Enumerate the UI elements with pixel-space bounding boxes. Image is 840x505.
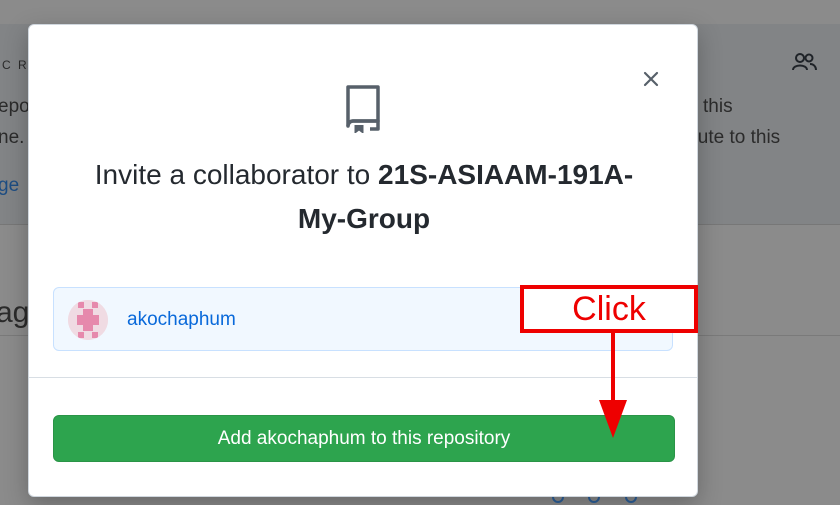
username-link[interactable]: akochaphum — [127, 309, 236, 331]
screen: C R epo ne. ge this ibute to this ag Inv… — [0, 0, 840, 505]
close-button[interactable] — [637, 65, 665, 93]
background-text: ne. — [0, 127, 25, 148]
background-text: epo — [0, 96, 30, 117]
click-annotation-label: Click — [520, 285, 698, 333]
repo-icon — [346, 85, 380, 133]
annotation-arrow-icon — [599, 332, 627, 438]
close-icon — [643, 71, 659, 87]
people-icon — [792, 53, 817, 71]
add-collaborator-button[interactable]: Add akochaphum to this repository — [53, 415, 675, 462]
background-link: ge — [0, 175, 20, 196]
dialog-title: Invite a collaborator to 21S-ASIAAM-191A… — [89, 153, 639, 241]
background-text: this — [703, 96, 733, 117]
background-heading: ag — [0, 296, 30, 329]
identicon-avatar — [68, 300, 108, 340]
background-letter: C — [2, 58, 13, 72]
dialog-title-prefix: Invite a collaborator to — [94, 159, 379, 190]
